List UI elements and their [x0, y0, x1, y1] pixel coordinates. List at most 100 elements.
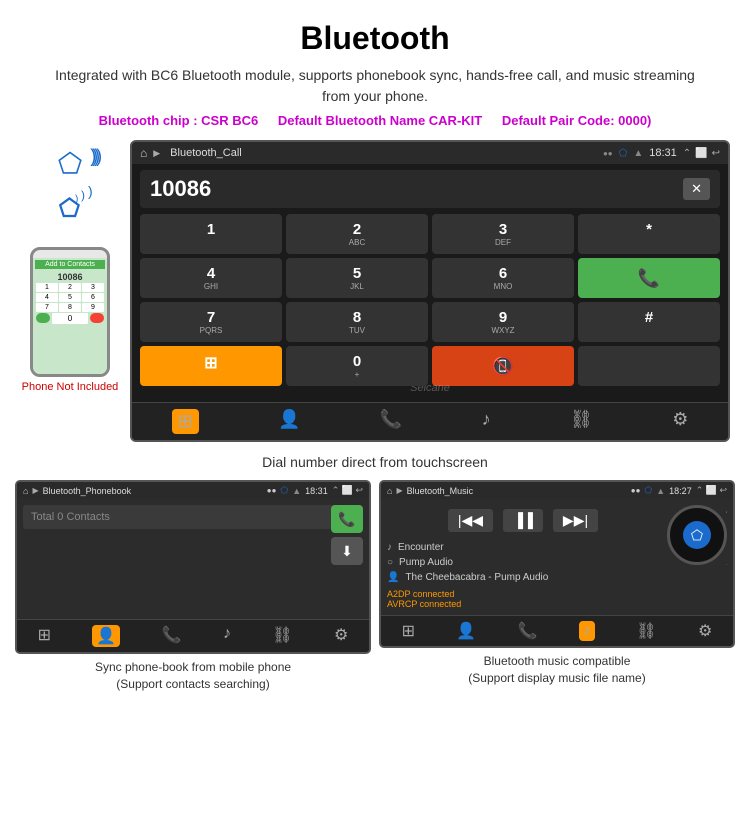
a2dp-status: A2DP connected: [387, 589, 727, 599]
expand-icon: ⌃: [683, 148, 691, 159]
key-2[interactable]: 2ABC: [286, 214, 428, 254]
phonebook-side-buttons: 📞 ⬇: [331, 505, 363, 565]
sm-key-7: 7: [36, 303, 58, 312]
window-icon: ⬜: [695, 148, 707, 159]
nav-music-icon[interactable]: ♪: [482, 409, 491, 434]
page-title: Bluetooth: [0, 0, 750, 65]
nav-settings-icon[interactable]: ⚙: [672, 409, 688, 434]
person-icon: 👤: [387, 572, 399, 583]
specs-line: Bluetooth chip : CSR BC6 Default Bluetoo…: [0, 113, 750, 140]
signal-arcs-icon: )))): [90, 146, 98, 167]
call-button[interactable]: 📞: [578, 258, 720, 298]
dialpad-area: 10086 ✕ 1 2ABC 3DEF *: [132, 164, 728, 402]
bt-disk-icon: ⬠: [683, 521, 711, 549]
key-6[interactable]: 6MNO: [432, 258, 574, 298]
mu-dots-icon: ●●: [631, 486, 641, 495]
circle-icon: ○: [387, 557, 393, 568]
mu-nav-link-icon[interactable]: ⛓: [636, 621, 656, 641]
sm-key-0: 0: [52, 313, 88, 324]
mu-nav-contacts-icon[interactable]: 👤: [456, 621, 476, 641]
bottom-screens: ⌂ ▶ Bluetooth_Phonebook ●● ⬠ ▲ 18:31 ⌃ ⬜…: [0, 480, 750, 701]
key-7[interactable]: 7PQRS: [140, 302, 282, 342]
dial-statusbar: ⌂ ▶ Bluetooth_Call ●● ⬠ ▲ 18:31 ⌃ ⬜ ↩: [132, 142, 728, 164]
music-note-icon: ♪: [387, 542, 392, 553]
track-3: 👤 The Cheebacabra - Pump Audio: [387, 570, 727, 585]
mu-nav-settings-icon[interactable]: ⚙: [698, 621, 712, 641]
key-9[interactable]: 9WXYZ: [432, 302, 574, 342]
nav-link-icon[interactable]: ⛓: [570, 409, 593, 434]
sm-key-4: 4: [36, 293, 58, 302]
backspace-button[interactable]: ✕: [683, 178, 710, 200]
bt-status-icon: ⬠: [619, 148, 628, 159]
dial-navbar: ⊞ 👤 📞 ♪ ⛓ ⚙: [132, 402, 728, 440]
pb-signal-bar-icon: ▲: [292, 486, 301, 496]
sm-key-5: 5: [59, 293, 81, 302]
spec-chip: Bluetooth chip : CSR BC6: [99, 113, 259, 128]
music-statusbar: ⌂ ▶ Bluetooth_Music ●● ⬠ ▲ 18:27 ⌃ ⬜ ↩: [381, 482, 733, 499]
music-wrap: ⌂ ▶ Bluetooth_Music ●● ⬠ ▲ 18:27 ⌃ ⬜ ↩ ⬠…: [379, 480, 735, 693]
key-4[interactable]: 4GHI: [140, 258, 282, 298]
dialpad-icon-button[interactable]: ⊞: [140, 346, 282, 386]
phonebook-label: Bluetooth_Phonebook: [43, 486, 263, 496]
pb-nav-phone-icon[interactable]: 📞: [162, 625, 182, 647]
music-note-decor2-icon: ♫: [725, 554, 727, 568]
description-text: Integrated with BC6 Bluetooth module, su…: [0, 65, 750, 113]
end-call-button[interactable]: 📵: [432, 346, 574, 386]
phonebook-navbar: ⊞ 👤 📞 ♪ ⛓ ⚙: [17, 619, 369, 652]
mu-nav-dialpad-icon[interactable]: ⊞: [402, 621, 415, 641]
smartphone-graphic: Add to Contacts 10086 1 2 3 4 5 6 7 8 9 …: [30, 247, 110, 377]
pb-nav-music-icon[interactable]: ♪: [223, 625, 231, 647]
sm-add-contacts: Add to Contacts: [35, 260, 105, 269]
sm-key-1: 1: [36, 283, 58, 292]
phonebook-wrap: ⌂ ▶ Bluetooth_Phonebook ●● ⬠ ▲ 18:31 ⌃ ⬜…: [15, 480, 371, 693]
dial-head-unit: ⌂ ▶ Bluetooth_Call ●● ⬠ ▲ 18:31 ⌃ ⬜ ↩ 10…: [130, 140, 730, 442]
mu-time: 18:27: [669, 486, 692, 496]
music-note-decor-icon: ♪: [725, 505, 727, 516]
prev-button[interactable]: |◀◀: [448, 509, 493, 532]
key-8[interactable]: 8TUV: [286, 302, 428, 342]
mu-nav-music-icon[interactable]: ♪: [579, 621, 595, 641]
key-0[interactable]: 0+: [286, 346, 428, 386]
key-star[interactable]: *: [578, 214, 720, 254]
mu-top-icons: ⌃ ⬜ ↩: [696, 485, 727, 496]
mu-signal-bar-icon: ▲: [656, 486, 665, 496]
key-5[interactable]: 5JKL: [286, 258, 428, 298]
nav-phone-icon[interactable]: 📞: [380, 409, 402, 434]
mu-nav-phone-icon[interactable]: 📞: [518, 621, 538, 641]
key-1[interactable]: 1: [140, 214, 282, 254]
phone-mock: ⬠ )))) ⬠ ) ) ) Add to Contacts 10086 1 2: [20, 140, 120, 393]
pb-signal-icon: ▶: [32, 486, 38, 495]
signal-icon: ▶: [153, 148, 160, 159]
sm-key-3: 3: [82, 283, 104, 292]
top-right-icons: ⌃ ⬜ ↩: [683, 148, 720, 159]
phonebook-statusbar: ⌂ ▶ Bluetooth_Phonebook ●● ⬠ ▲ 18:31 ⌃ ⬜…: [17, 482, 369, 499]
pb-nav-settings-icon[interactable]: ⚙: [334, 625, 348, 647]
pb-bt-icon: ⬠: [280, 485, 288, 496]
sm-call-btn: [36, 313, 50, 323]
nav-contacts-icon[interactable]: 👤: [278, 409, 300, 434]
key-hash[interactable]: #: [578, 302, 720, 342]
next-button[interactable]: ▶▶|: [553, 509, 598, 532]
svg-text:): ): [88, 184, 93, 199]
dial-time: 18:31: [649, 147, 677, 159]
music-head-unit: ⌂ ▶ Bluetooth_Music ●● ⬠ ▲ 18:27 ⌃ ⬜ ↩ ⬠…: [379, 480, 735, 648]
signal-bars-icon: ▲: [633, 148, 643, 159]
pb-nav-link-icon[interactable]: ⛓: [272, 625, 292, 647]
pb-nav-contacts-icon[interactable]: 👤: [92, 625, 120, 647]
pb-nav-dialpad-icon[interactable]: ⊞: [38, 625, 51, 647]
sm-key-2: 2: [59, 283, 81, 292]
number-display: 10086 ✕: [140, 170, 720, 208]
key-empty: [578, 346, 720, 386]
key-3[interactable]: 3DEF: [432, 214, 574, 254]
avrcp-status: AVRCP connected: [387, 599, 727, 609]
phonebook-head-unit: ⌂ ▶ Bluetooth_Phonebook ●● ⬠ ▲ 18:31 ⌃ ⬜…: [15, 480, 371, 654]
pb-download-button[interactable]: ⬇: [331, 537, 363, 565]
music-navbar: ⊞ 👤 📞 ♪ ⛓ ⚙: [381, 615, 733, 646]
nav-dialpad-icon[interactable]: ⊞: [172, 409, 199, 434]
pb-call-button[interactable]: 📞: [331, 505, 363, 533]
bluetooth-signal-icon: ⬠ ) ) ): [45, 184, 95, 234]
keypad-grid: 1 2ABC 3DEF * 4GHI 5JKL: [140, 214, 720, 386]
mu-bt-icon: ⬠: [644, 485, 652, 496]
back-icon: ↩: [712, 148, 720, 159]
play-pause-button[interactable]: ▐▐: [503, 509, 543, 532]
